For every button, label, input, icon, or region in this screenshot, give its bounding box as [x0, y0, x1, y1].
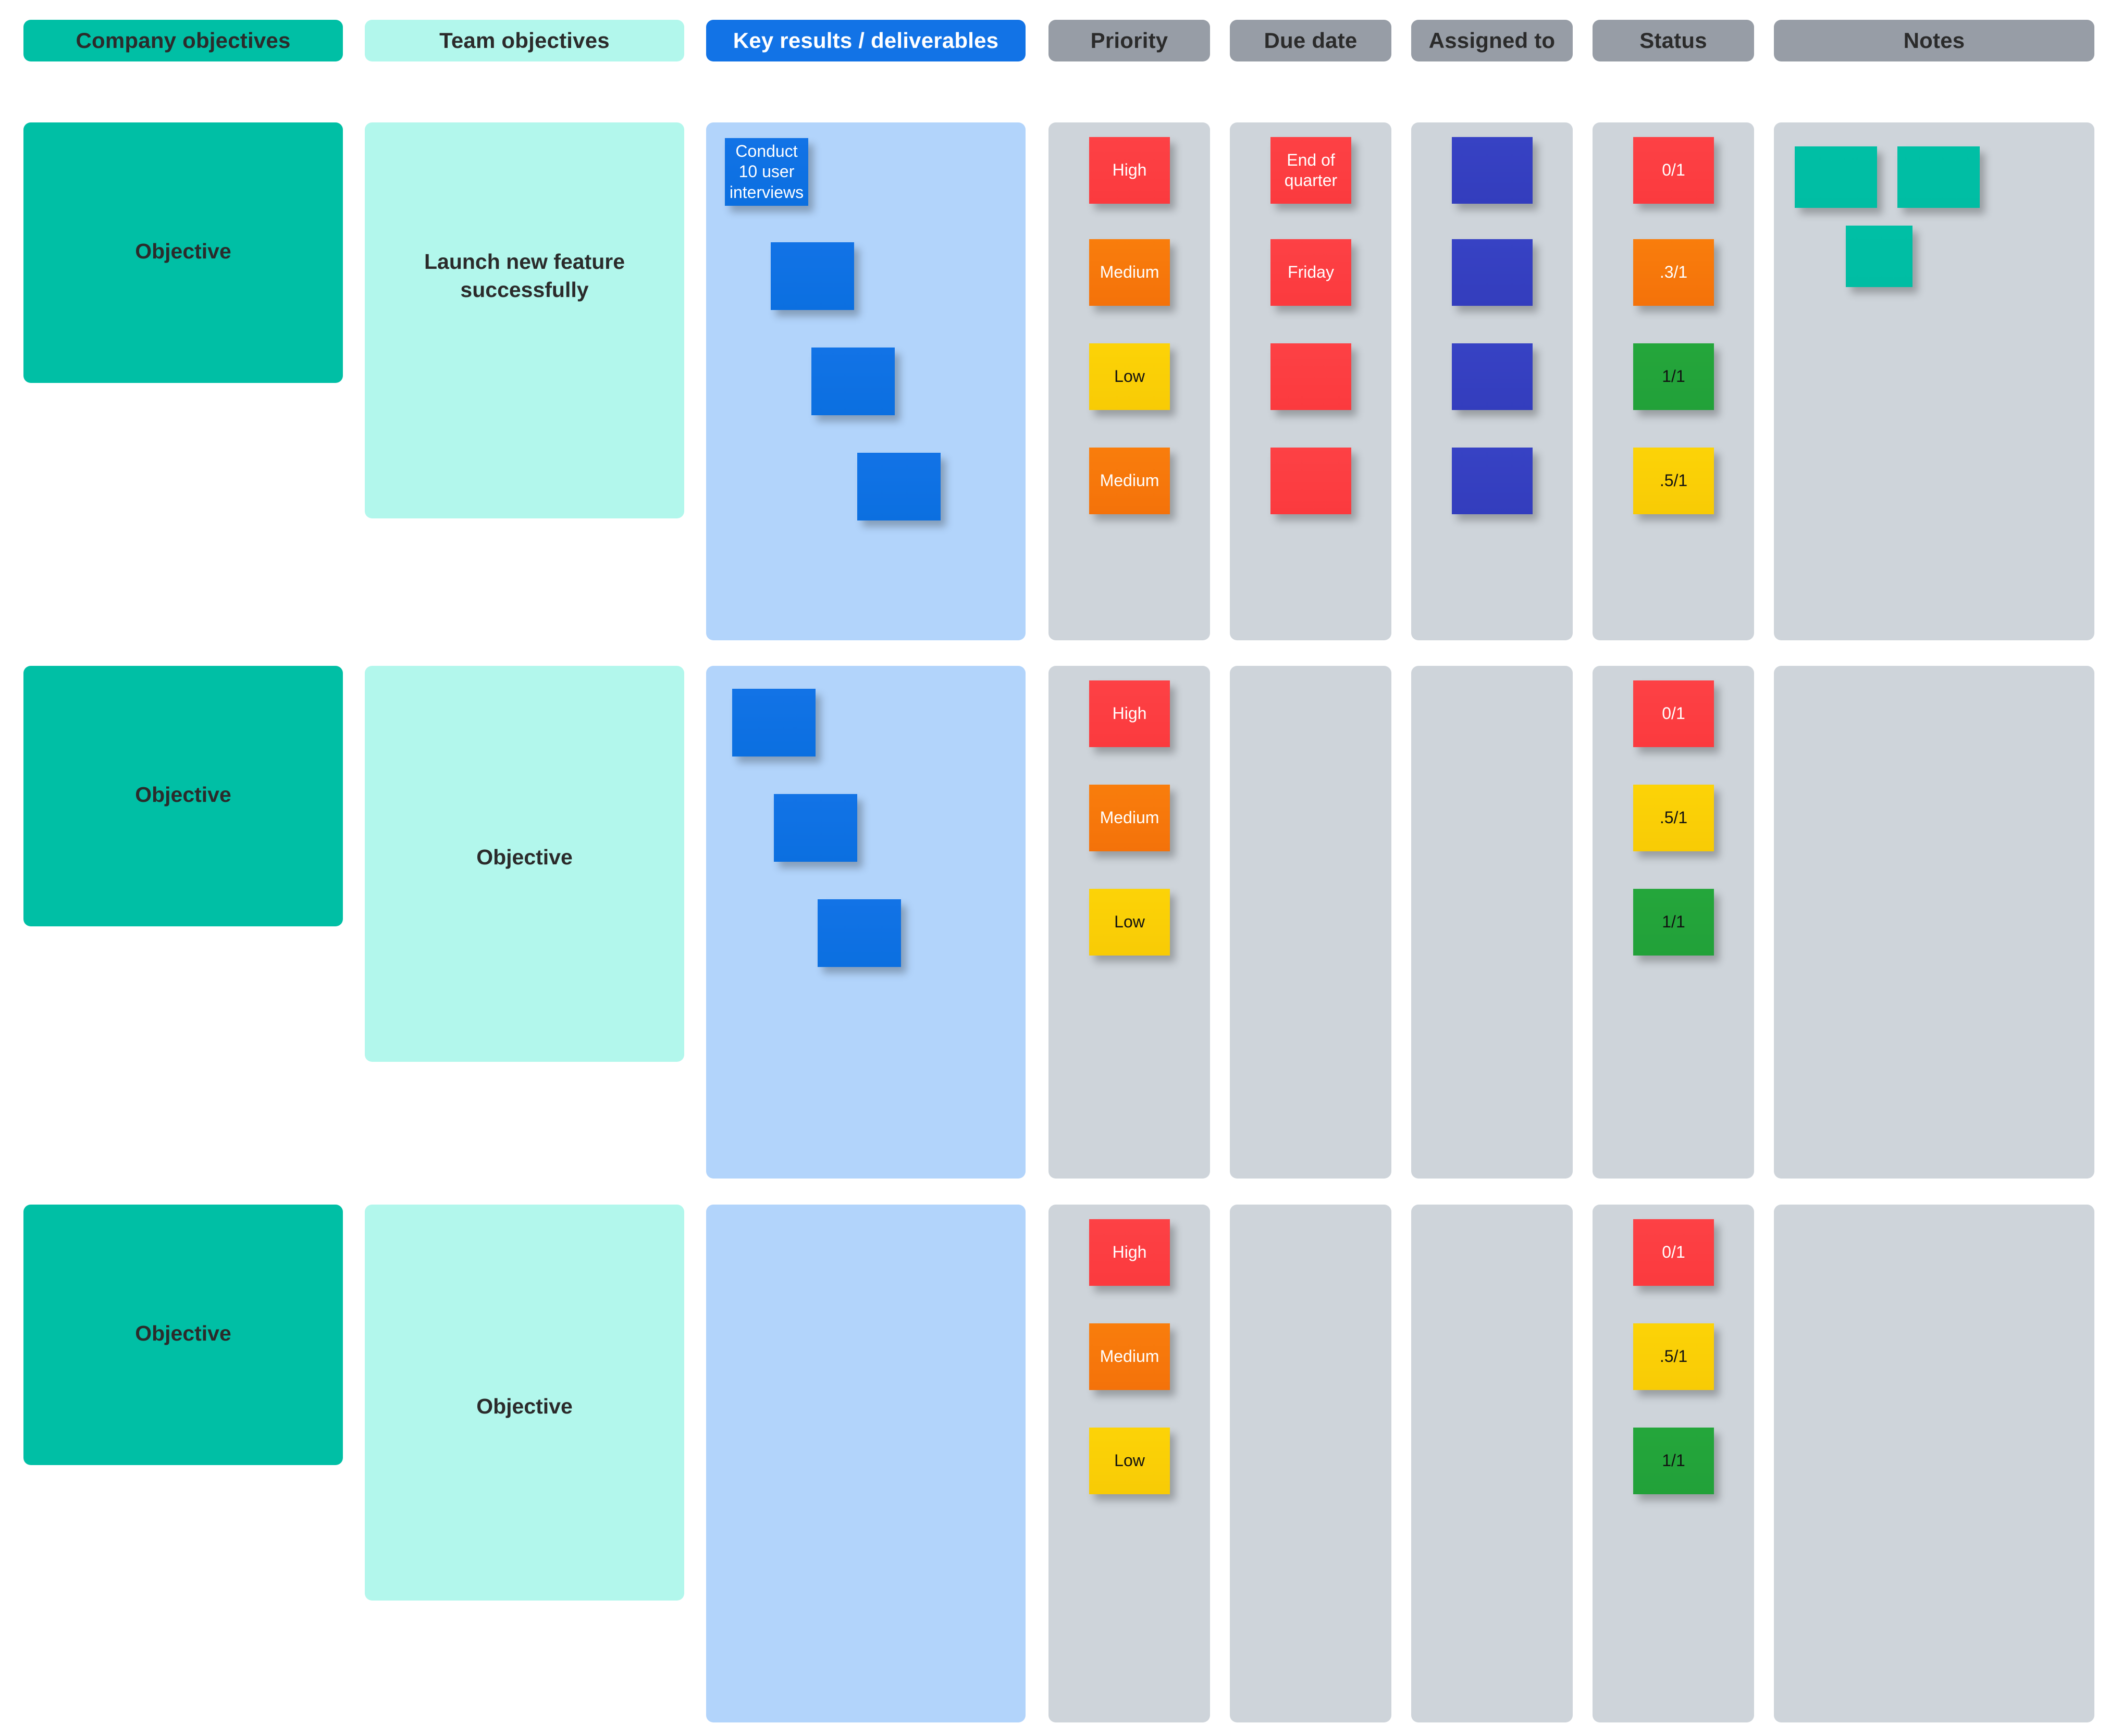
column-header-assigned-to[interactable]: Assigned to: [1411, 20, 1573, 61]
column-header-label: Key results / deliverables: [733, 28, 999, 53]
key-result-note[interactable]: [818, 899, 901, 967]
due-date-note[interactable]: [1270, 448, 1351, 514]
column-header-company-objectives[interactable]: Company objectives: [23, 20, 343, 61]
assigned-to-lane-row-2[interactable]: [1411, 666, 1573, 1179]
priority-lane-row-3[interactable]: High Medium Low: [1048, 1205, 1210, 1722]
key-results-lane-row-2[interactable]: [706, 666, 1026, 1179]
column-header-label: Status: [1639, 28, 1707, 53]
column-header-notes[interactable]: Notes: [1774, 20, 2094, 61]
due-date-lane-row-2[interactable]: [1230, 666, 1391, 1179]
status-note[interactable]: .5/1: [1633, 1323, 1714, 1390]
status-lane-row-2[interactable]: 0/1 .5/1 1/1: [1593, 666, 1754, 1179]
column-header-label: Priority: [1090, 28, 1168, 53]
key-result-note[interactable]: [811, 348, 895, 415]
status-note[interactable]: 0/1: [1633, 137, 1714, 204]
status-note[interactable]: 0/1: [1633, 680, 1714, 747]
key-results-lane-row-3[interactable]: [706, 1205, 1026, 1722]
team-objective-card-row-3[interactable]: Objective: [365, 1205, 684, 1601]
column-header-label: Assigned to: [1428, 28, 1556, 53]
priority-lane-row-1[interactable]: High Medium Low Medium: [1048, 122, 1210, 640]
due-date-note[interactable]: Friday: [1270, 239, 1351, 306]
company-objective-label: Objective: [135, 1321, 231, 1345]
assigned-to-note[interactable]: [1452, 448, 1533, 514]
note-card[interactable]: [1897, 146, 1980, 208]
note-card[interactable]: [1795, 146, 1877, 208]
team-objective-card-row-2[interactable]: Objective: [365, 666, 684, 1062]
assigned-to-note[interactable]: [1452, 343, 1533, 410]
assigned-to-lane-row-1[interactable]: [1411, 122, 1573, 640]
priority-lane-row-2[interactable]: High Medium Low: [1048, 666, 1210, 1179]
assigned-to-note[interactable]: [1452, 239, 1533, 306]
status-lane-row-1[interactable]: 0/1 .3/1 1/1 .5/1: [1593, 122, 1754, 640]
status-note[interactable]: 1/1: [1633, 1428, 1714, 1494]
okr-board: Company objectives Team objectives Key r…: [0, 0, 2110, 1736]
notes-lane-row-1[interactable]: [1774, 122, 2094, 640]
status-note[interactable]: 1/1: [1633, 889, 1714, 956]
team-objective-label: Objective: [476, 845, 573, 869]
key-results-lane-row-1[interactable]: Conduct 10 user interviews: [706, 122, 1026, 640]
priority-note[interactable]: Low: [1089, 889, 1170, 956]
company-objective-card-row-1[interactable]: Objective: [23, 122, 343, 383]
due-date-note[interactable]: End of quarter: [1270, 137, 1351, 204]
priority-note[interactable]: Low: [1089, 343, 1170, 410]
company-objective-label: Objective: [135, 239, 231, 263]
priority-note[interactable]: Low: [1089, 1428, 1170, 1494]
company-objective-label: Objective: [135, 783, 231, 807]
status-note[interactable]: .3/1: [1633, 239, 1714, 306]
due-date-lane-row-1[interactable]: End of quarter Friday: [1230, 122, 1391, 640]
priority-note[interactable]: Medium: [1089, 448, 1170, 514]
priority-note[interactable]: Medium: [1089, 785, 1170, 851]
column-header-label: Team objectives: [439, 28, 610, 53]
status-note[interactable]: 0/1: [1633, 1219, 1714, 1286]
due-date-lane-row-3[interactable]: [1230, 1205, 1391, 1722]
company-objective-card-row-2[interactable]: Objective: [23, 666, 343, 926]
column-header-due-date[interactable]: Due date: [1230, 20, 1391, 61]
team-objective-label: Launch new feature successfully: [424, 250, 625, 302]
team-objective-label: Objective: [476, 1394, 573, 1418]
key-result-note[interactable]: [857, 453, 941, 520]
status-note[interactable]: 1/1: [1633, 343, 1714, 410]
column-header-label: Company objectives: [76, 28, 291, 53]
key-result-note[interactable]: [771, 242, 854, 310]
company-objective-card-row-3[interactable]: Objective: [23, 1205, 343, 1465]
notes-lane-row-3[interactable]: [1774, 1205, 2094, 1722]
team-objective-card-row-1[interactable]: Launch new feature successfully: [365, 122, 684, 518]
status-lane-row-3[interactable]: 0/1 .5/1 1/1: [1593, 1205, 1754, 1722]
priority-note[interactable]: Medium: [1089, 1323, 1170, 1390]
key-result-note[interactable]: [732, 689, 816, 757]
column-header-key-results[interactable]: Key results / deliverables: [706, 20, 1026, 61]
assigned-to-lane-row-3[interactable]: [1411, 1205, 1573, 1722]
key-result-note[interactable]: Conduct 10 user interviews: [725, 138, 808, 206]
assigned-to-note[interactable]: [1452, 137, 1533, 204]
status-note[interactable]: .5/1: [1633, 448, 1714, 514]
column-header-priority[interactable]: Priority: [1048, 20, 1210, 61]
priority-note[interactable]: High: [1089, 1219, 1170, 1286]
column-header-team-objectives[interactable]: Team objectives: [365, 20, 684, 61]
priority-note[interactable]: Medium: [1089, 239, 1170, 306]
priority-note[interactable]: High: [1089, 680, 1170, 747]
key-result-note[interactable]: [774, 794, 857, 862]
column-header-label: Due date: [1264, 28, 1358, 53]
note-card[interactable]: [1846, 226, 1912, 287]
notes-lane-row-2[interactable]: [1774, 666, 2094, 1179]
column-header-label: Notes: [1903, 28, 1965, 53]
column-header-status[interactable]: Status: [1593, 20, 1754, 61]
status-note[interactable]: .5/1: [1633, 785, 1714, 851]
due-date-note[interactable]: [1270, 343, 1351, 410]
priority-note[interactable]: High: [1089, 137, 1170, 204]
